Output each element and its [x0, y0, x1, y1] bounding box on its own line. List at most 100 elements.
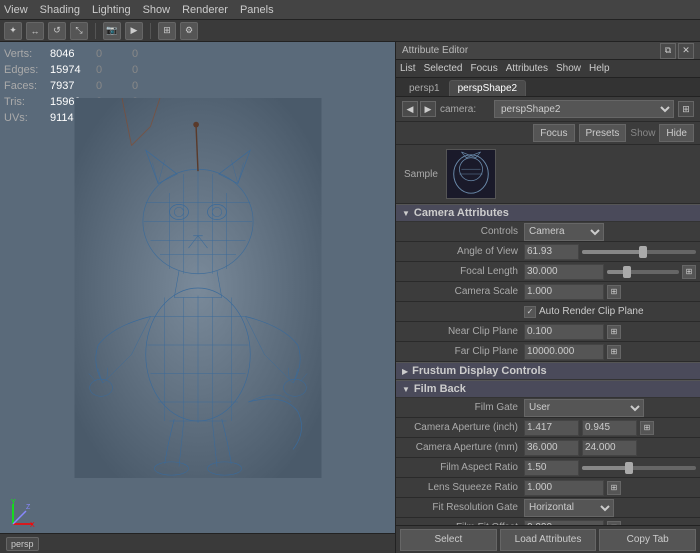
select-button[interactable]: Select	[400, 529, 497, 551]
camera-scale-extra-btn[interactable]: ⊞	[607, 285, 621, 299]
fit-res-gate-select[interactable]: Horizontal Vertical Fill Overscan	[524, 499, 614, 517]
menu-item-view[interactable]: View	[4, 4, 28, 16]
fit-res-gate-label: Fit Resolution Gate	[404, 502, 524, 513]
cam-aperture-inch-input2[interactable]	[582, 420, 637, 436]
hide-button[interactable]: Hide	[659, 124, 694, 142]
toolbar-icon-scale[interactable]: ⤡	[70, 22, 88, 40]
controls-row: Controls Camera	[396, 222, 700, 242]
attribute-content: ▼ Camera Attributes Controls Camera Angl…	[396, 204, 700, 525]
camera-bookmark-icon[interactable]: ⊞	[678, 101, 694, 117]
near-clip-extra-btn[interactable]: ⊞	[607, 325, 621, 339]
tab-persp1[interactable]: persp1	[400, 80, 449, 96]
frustum-title: Frustum Display Controls	[412, 365, 546, 377]
panel-menu-show[interactable]: Show	[556, 63, 581, 74]
menu-item-show[interactable]: Show	[143, 4, 171, 16]
auto-render-value: ✓ Auto Render Clip Plane	[524, 306, 696, 318]
panel-menu-focus[interactable]: Focus	[470, 63, 497, 74]
panel-menu-help[interactable]: Help	[589, 63, 610, 74]
character-display	[0, 42, 395, 533]
film-aspect-slider[interactable]	[582, 466, 696, 470]
focal-label: Focal Length	[404, 266, 524, 277]
focal-extra-btn[interactable]: ⊞	[682, 265, 696, 279]
cam-aperture-inch-input1[interactable]	[524, 420, 579, 436]
focal-slider[interactable]	[607, 270, 679, 274]
camera-attrs-arrow: ▼	[402, 209, 410, 218]
menu-item-lighting[interactable]: Lighting	[92, 4, 131, 16]
camera-action-row: Focus Presets Show Hide	[396, 122, 700, 145]
far-clip-row: Far Clip Plane ⊞	[396, 342, 700, 362]
near-clip-value: ⊞	[524, 324, 696, 340]
panel-close-icon[interactable]: ✕	[678, 43, 694, 59]
bottom-button-bar: Select Load Attributes Copy Tab	[396, 525, 700, 553]
menu-item-shading[interactable]: Shading	[40, 4, 80, 16]
lens-squeeze-btn[interactable]: ⊞	[607, 481, 621, 495]
film-back-title: Film Back	[414, 383, 466, 395]
menu-bar: View Shading Lighting Show Renderer Pane…	[0, 0, 700, 20]
cam-aperture-mm-input2[interactable]	[582, 440, 637, 456]
far-clip-extra-btn[interactable]: ⊞	[607, 345, 621, 359]
camera-scale-label: Camera Scale	[404, 286, 524, 297]
focal-input[interactable]	[524, 264, 604, 280]
panel-menu-bar: List Selected Focus Attributes Show Help	[396, 60, 700, 78]
film-aspect-input[interactable]	[524, 460, 579, 476]
controls-select[interactable]: Camera	[524, 223, 604, 241]
auto-render-checkbox[interactable]: ✓	[524, 306, 536, 318]
aov-input[interactable]	[524, 244, 579, 260]
film-fit-offset-row: Film Fit Offset ⊞	[396, 518, 700, 525]
toolbar-icon-settings[interactable]: ⚙	[180, 22, 198, 40]
toolbar: ✦ ↔ ↺ ⤡ 📷 ▶ ⊞ ⚙	[0, 20, 700, 42]
lens-squeeze-label: Lens Squeeze Ratio	[404, 482, 524, 493]
toolbar-icon-camera[interactable]: 📷	[103, 22, 121, 40]
far-clip-input[interactable]	[524, 344, 604, 360]
load-attributes-button[interactable]: Load Attributes	[500, 529, 597, 551]
svg-text:Y: Y	[11, 499, 16, 506]
cam-aperture-mm-value	[524, 440, 696, 456]
film-gate-select[interactable]: User	[524, 399, 644, 417]
tabs-row: persp1 perspShape2	[396, 78, 700, 97]
panel-float-icon[interactable]: ⧉	[660, 43, 676, 59]
cam-aperture-mm-input1[interactable]	[524, 440, 579, 456]
cam-aperture-inch-row: Camera Aperture (inch) ⊞	[396, 418, 700, 438]
camera-nav-left-icon[interactable]: ◀	[402, 101, 418, 117]
toolbar-icon-rotate[interactable]: ↺	[48, 22, 66, 40]
camera-nav-right-icon[interactable]: ▶	[420, 101, 436, 117]
focus-button[interactable]: Focus	[533, 124, 574, 142]
camera-select[interactable]: perspShape2	[494, 100, 674, 118]
toolbar-icon-grid[interactable]: ⊞	[158, 22, 176, 40]
near-clip-label: Near Clip Plane	[404, 326, 524, 337]
panel-title: Attribute Editor	[402, 45, 468, 56]
near-clip-input[interactable]	[524, 324, 604, 340]
camera-scale-input[interactable]	[524, 284, 604, 300]
film-back-section-header[interactable]: ▼ Film Back	[396, 380, 700, 398]
toolbar-icon-move[interactable]: ↔	[26, 22, 44, 40]
far-clip-value: ⊞	[524, 344, 696, 360]
svg-text:X: X	[30, 522, 35, 529]
menu-item-renderer[interactable]: Renderer	[182, 4, 228, 16]
camera-attrs-title: Camera Attributes	[414, 207, 509, 219]
frustum-section-header[interactable]: ▶ Frustum Display Controls	[396, 362, 700, 380]
near-clip-row: Near Clip Plane ⊞	[396, 322, 700, 342]
toolbar-icon-render[interactable]: ▶	[125, 22, 143, 40]
copy-tab-button[interactable]: Copy Tab	[599, 529, 696, 551]
film-aspect-label: Film Aspect Ratio	[404, 462, 524, 473]
panel-title-bar: Attribute Editor ⧉ ✕	[396, 42, 700, 60]
toolbar-icon-select[interactable]: ✦	[4, 22, 22, 40]
cam-aperture-inch-label: Camera Aperture (inch)	[404, 422, 524, 433]
menu-item-panels[interactable]: Panels	[240, 4, 274, 16]
attribute-editor-panel: Attribute Editor ⧉ ✕ List Selected Focus…	[395, 42, 700, 553]
tab-perspshape2[interactable]: perspShape2	[449, 80, 527, 96]
panel-menu-selected[interactable]: Selected	[424, 63, 463, 74]
cam-aperture-inch-btn[interactable]: ⊞	[640, 421, 654, 435]
lens-squeeze-input[interactable]	[524, 480, 604, 496]
presets-button[interactable]: Presets	[579, 124, 627, 142]
viewport[interactable]: Verts: 8046 0 0 Edges: 15974 0 0 Faces: …	[0, 42, 395, 553]
viewport-persp-button[interactable]: persp	[6, 537, 39, 551]
panel-menu-attributes[interactable]: Attributes	[506, 63, 548, 74]
camera-row: ◀ ▶ camera: perspShape2 ⊞	[396, 97, 700, 122]
aov-slider[interactable]	[582, 250, 696, 254]
show-label: Show	[630, 128, 655, 139]
aov-value	[524, 244, 696, 260]
camera-attrs-section-header[interactable]: ▼ Camera Attributes	[396, 204, 700, 222]
cam-aperture-mm-row: Camera Aperture (mm)	[396, 438, 700, 458]
panel-menu-list[interactable]: List	[400, 63, 416, 74]
